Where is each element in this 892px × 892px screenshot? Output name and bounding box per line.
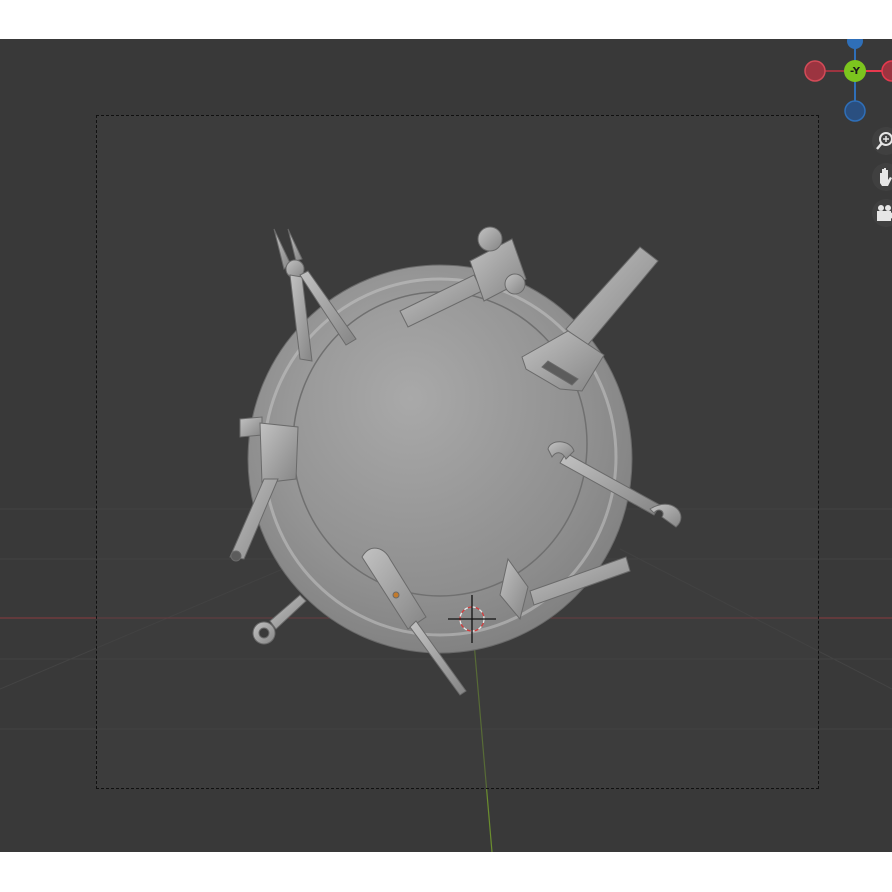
3d-viewport[interactable]: -Y bbox=[0, 39, 892, 852]
pan-button[interactable] bbox=[872, 163, 892, 191]
center-disc bbox=[292, 291, 588, 597]
x-axis-handle bbox=[881, 60, 892, 82]
camera-view-icon bbox=[877, 205, 892, 221]
navigation-tools bbox=[872, 127, 892, 237]
zoom-button[interactable] bbox=[872, 127, 892, 155]
hand-pan-icon bbox=[880, 168, 892, 186]
x-negative-axis-handle bbox=[804, 60, 826, 82]
model-render[interactable] bbox=[0, 39, 892, 852]
z-axis-handle bbox=[844, 100, 866, 122]
navigation-gizmo[interactable] bbox=[800, 39, 892, 129]
zoom-icon bbox=[876, 132, 892, 150]
camera-view-button[interactable] bbox=[872, 199, 892, 227]
spanner bbox=[252, 594, 307, 645]
z-positive-axis-handle bbox=[847, 39, 863, 49]
y-axis-label: -Y bbox=[850, 66, 860, 77]
